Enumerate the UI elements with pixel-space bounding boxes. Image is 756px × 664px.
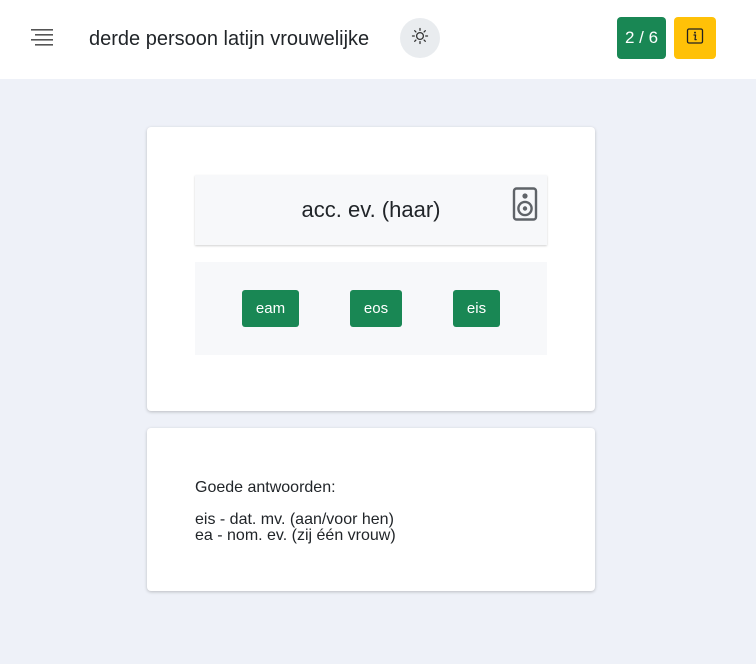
top-bar: derde persoon latijn vrouwelijke 2 / 6 — [0, 0, 756, 79]
feedback-answer: ea - nom. ev. (zij één vrouw) — [195, 527, 396, 544]
theme-toggle-button[interactable] — [400, 18, 440, 58]
answer-option-eam[interactable]: eam — [242, 290, 299, 327]
sun-icon — [411, 27, 429, 50]
feedback-answer-list: eis - dat. mv. (aan/voor hen) ea - nom. … — [195, 512, 396, 544]
progress-badge[interactable]: 2 / 6 — [617, 17, 666, 59]
question-prompt: acc. ev. (haar) — [301, 197, 441, 222]
answer-option-eis[interactable]: eis — [453, 290, 500, 327]
info-icon — [686, 27, 704, 50]
answer-options: eam eos eis — [195, 262, 547, 355]
feedback-answer: eis - dat. mv. (aan/voor hen) — [195, 511, 394, 528]
feedback-card: Goede antwoorden: eis - dat. mv. (aan/vo… — [147, 428, 595, 591]
info-button[interactable] — [674, 17, 716, 59]
speaker-icon[interactable] — [512, 187, 538, 221]
page-title: derde persoon latijn vrouwelijke — [89, 28, 370, 50]
hamburger-icon[interactable] — [28, 24, 56, 52]
answer-option-eos[interactable]: eos — [350, 290, 402, 327]
feedback-heading: Goede antwoorden: — [195, 479, 336, 496]
prompt-box: acc. ev. (haar) — [195, 175, 547, 245]
question-card: acc. ev. (haar) eam eos eis — [147, 127, 595, 411]
